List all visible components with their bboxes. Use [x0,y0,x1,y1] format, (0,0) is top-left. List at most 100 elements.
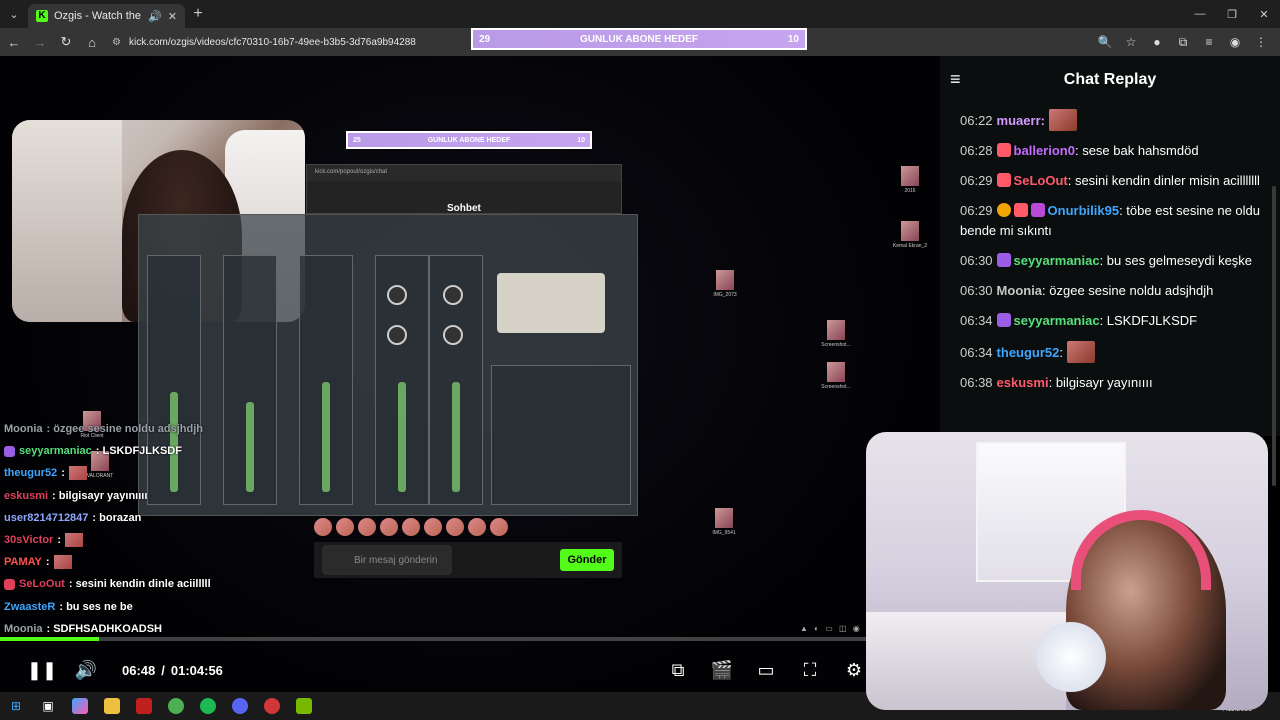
goal-right-count: 10 [787,33,799,45]
popout-message-input: Bir mesaj gönderin [322,545,452,575]
chat-replay-panel: ≡ Chat Replay 06:22 muaerr: 06:28 ballerio… [940,56,1280,486]
fullscreen-icon[interactable]: ⛶ [788,648,832,692]
emote-icon [68,466,87,481]
stream-chat-overlay: Moonia: özgee sesine noldu adsjhdjh seyy… [4,418,264,640]
browser-tab[interactable]: K Ozgis - Watch the VOD on 🔊 ✕ [28,4,185,28]
popout-send-button: Gönder [560,549,614,571]
overlay-chat-line: Moonia: özgee sesine noldu adsjhdjh [4,423,203,436]
overlay-chat-line: 30sVictor: [4,529,264,551]
window-controls: — ❐ ✕ [1184,0,1280,28]
toolbar-actions: 🔍 ☆ ● ⧉ ≡ ◉ ⋮ [1094,30,1272,54]
chat-message: 06:38 eskusmi: bilgisayr yayınıııı [960,375,1153,390]
chat-message: 06:29 Onurbilik95: töbe est sesine ne old… [960,203,1261,238]
inner-goal-left: 25 [353,136,361,144]
volume-icon[interactable]: 🔊 [64,648,108,692]
media-control-icon[interactable]: ≡ [1198,30,1220,54]
file-explorer-icon[interactable] [96,692,128,720]
video-player[interactable]: 25 GUNLUK ABONE HEDEF 10 kick.com/popout… [0,56,940,720]
chat-message: 06:30 seyyarmaniac: bu ses gelmeseydi keş… [960,253,1253,268]
chrome-icon[interactable] [160,692,192,720]
task-view-icon[interactable]: ▣ [32,692,64,720]
copilot-icon[interactable] [64,692,96,720]
desktop-icon: Screenshot... [816,362,856,390]
tab-close-icon[interactable]: ✕ [168,10,177,23]
reload-icon[interactable]: ↻ [54,30,78,54]
desktop-icon: Kemal Ekran_2 [890,221,930,249]
inner-goal-label: GUNLUK ABONE HEDEF [427,136,511,144]
overlay-chat-line: eskusmi: bilgisayr yayınıııı [4,489,148,502]
progress-fill [0,637,99,641]
inner-goal-right: 10 [577,136,585,144]
collapse-chat-icon[interactable]: ≡ [950,70,970,90]
tab-search-icon[interactable]: ⌄ [0,0,28,28]
emote-icon [53,555,72,570]
player-controls-right: ⧉ 🎬 ▭ ⛶ ⚙ [656,648,876,692]
emote-icon [65,533,83,548]
badge-icon [4,578,15,590]
emote-row [314,518,520,538]
time-display: 06:48 / 01:04:56 [122,663,223,678]
chat-message: 06:28 ballerion0: sese bak hahsmdöd [960,143,1199,158]
chat-messages: 06:22 muaerr: 06:28 ballerion0: sese bak h… [940,104,1280,398]
chat-message: 06:34 theugur52: [960,336,1260,368]
theater-mode-icon[interactable]: ▭ [744,648,788,692]
goal-left-count: 29 [479,33,491,45]
miniplayer-icon[interactable]: ⧉ [656,648,700,692]
app-icon[interactable] [128,692,160,720]
browser-menu-icon[interactable]: ⋮ [1250,30,1272,54]
start-icon[interactable]: ⊞ [0,692,32,720]
badge-icon [1013,203,1028,217]
pause-icon[interactable]: ❚❚ [20,648,64,692]
overlay-chat-user: Moonia [4,423,43,436]
progress-bar[interactable] [0,637,940,641]
badge-icon [4,445,15,457]
bookmark-star-icon[interactable]: ☆ [1120,30,1142,54]
desktop-icon: Screenshot... [816,320,856,348]
chat-message: 06:34 seyyarmaniac: LSKDFJLKSDF [960,313,1198,328]
extension-icon[interactable]: ● [1146,30,1168,54]
discord-icon[interactable] [224,692,256,720]
chat-message: 06:29 SeLoOut: sesini kendin dinler misin… [960,173,1260,188]
current-time: 06:48 [122,662,156,678]
badge-icon [996,143,1011,157]
audio-playing-icon[interactable]: 🔊 [148,10,162,23]
duration: 01:04:56 [170,662,223,678]
new-tab-button[interactable]: + [185,2,211,26]
goal-label: GUNLUK ABONE HEDEF [580,33,698,45]
forward-icon[interactable]: → [28,30,52,54]
clip-icon[interactable]: 🎬 [700,648,744,692]
kick-favicon-icon: K [36,10,48,22]
restore-icon[interactable]: ❐ [1216,0,1248,28]
popout-chat-title: Sohbet [447,203,481,214]
back-icon[interactable]: ← [2,30,26,54]
site-info-icon[interactable]: ⚙ [112,37,121,48]
overlay-chat-line: theugur52: [4,462,264,484]
tab-title: Ozgis - Watch the VOD on [54,10,142,22]
badge-icon [996,203,1011,217]
emote-icon [1066,341,1095,363]
nvidia-icon[interactable] [288,692,320,720]
cassette-recorder [497,273,605,333]
profile-avatar-icon[interactable]: ◉ [1224,30,1246,54]
badge-icon [996,313,1011,327]
stream-tray-icons: ▲ ◐ ▭ ◫ ◉ ▦ [800,624,876,633]
url-text: kick.com/ozgis/videos/cfc70310-16b7-49ee… [128,36,416,48]
chat-title: Chat Replay [1063,71,1157,88]
riot-client-icon[interactable] [256,692,288,720]
subscriber-goal-banner: 29 GUNLUK ABONE HEDEF 10 [471,28,807,50]
desktop-icon: IMG_9541 [704,508,744,536]
spotify-icon[interactable] [192,692,224,720]
overlay-chat-line: ZwaasteR: bu ses ne be [4,600,133,613]
inner-goal-banner: 25 GUNLUK ABONE HEDEF 10 [346,131,592,149]
chat-header: ≡ Chat Replay [940,56,1280,104]
home-icon[interactable]: ⌂ [80,30,104,54]
desktop-icon: 2016 [890,166,930,194]
overlay-chat-line: SeLoOut: sesini kendin dinle aciilllll [4,573,264,595]
minimize-icon[interactable]: — [1184,0,1216,28]
close-window-icon[interactable]: ✕ [1248,0,1280,28]
zoom-icon[interactable]: 🔍 [1094,30,1116,54]
badge-icon [1030,203,1045,217]
chat-scrollbar[interactable] [1272,186,1276,486]
extensions-puzzle-icon[interactable]: ⧉ [1172,30,1194,54]
popout-message-bar: Bir mesaj gönderin Gönder [314,542,622,578]
